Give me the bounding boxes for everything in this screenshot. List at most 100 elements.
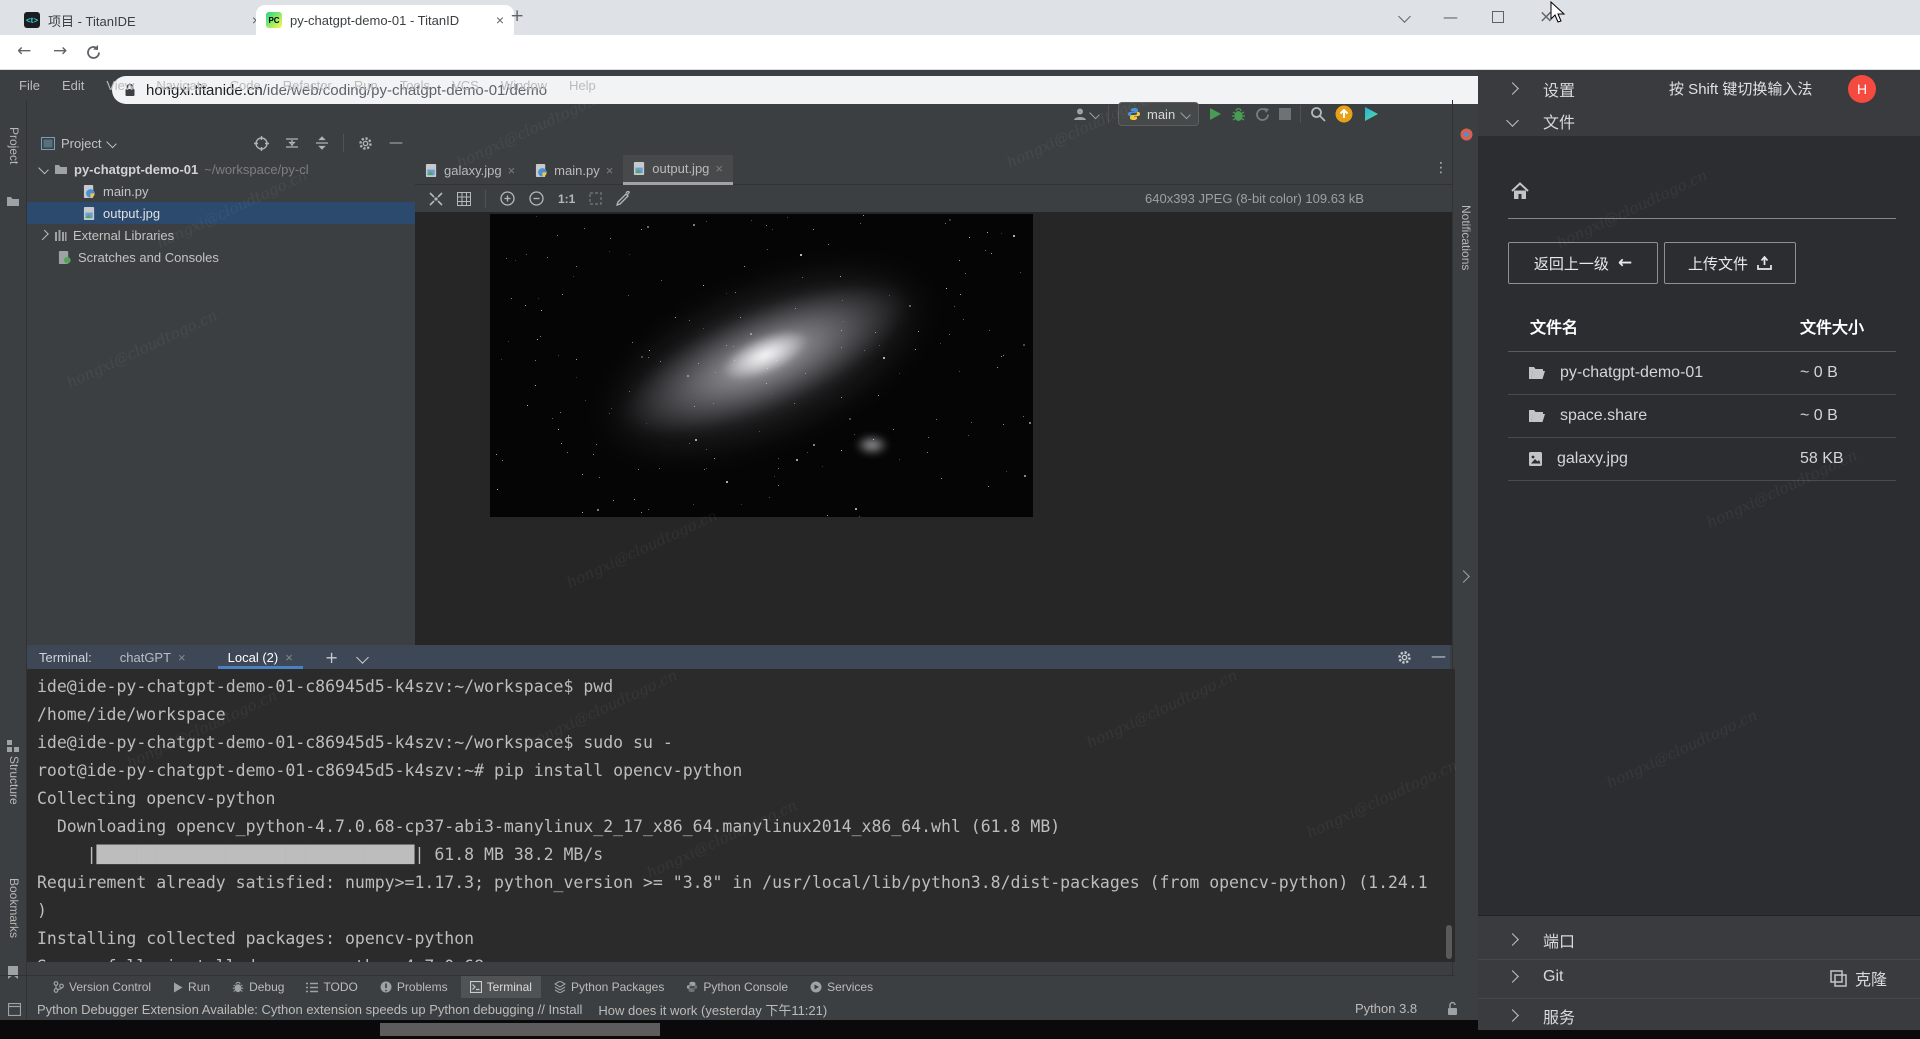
toolwindow-terminal[interactable]: Terminal — [461, 976, 541, 998]
collapse-all-icon[interactable] — [315, 136, 329, 150]
new-terminal-button[interactable]: + — [325, 648, 338, 667]
tab-close-icon[interactable]: × — [285, 650, 293, 665]
menu-edit[interactable]: Edit — [51, 78, 95, 93]
locate-file-icon[interactable] — [254, 136, 269, 151]
toolwindow-problems[interactable]: Problems — [371, 976, 457, 998]
ports-section-row[interactable]: 端口 — [1478, 923, 1920, 956]
hide-terminal-icon[interactable]: — — [1431, 647, 1446, 665]
tab-label: output.jpg — [652, 161, 709, 176]
terminal-settings-gear-icon[interactable] — [1397, 650, 1412, 665]
folder-icon[interactable] — [6, 195, 20, 207]
grid-icon[interactable] — [457, 192, 471, 206]
reload-button[interactable] — [85, 44, 102, 61]
terminal-tab-local[interactable]: Local (2)× — [218, 645, 303, 669]
toolwindow-run[interactable]: Run — [164, 976, 219, 998]
stop-button[interactable] — [1279, 108, 1291, 120]
toolwindow-debug[interactable]: Debug — [223, 976, 293, 998]
file-name: py-chatgpt-demo-01 — [1560, 364, 1703, 382]
eyedropper-icon[interactable] — [616, 191, 631, 206]
search-everywhere-icon[interactable] — [1310, 106, 1326, 122]
terminal-dropdown-chevron[interactable] — [356, 651, 369, 664]
menu-vcs[interactable]: VCS — [441, 78, 490, 93]
toolwindow-python-packages[interactable]: Python Packages — [545, 976, 673, 998]
menu-refactor[interactable]: Refactor — [272, 78, 343, 93]
editor-more-options-icon[interactable]: ⋮ — [1434, 160, 1448, 176]
titan-logo-icon[interactable] — [1362, 105, 1380, 123]
expand-right-panel-chevron[interactable] — [1457, 570, 1470, 583]
stripe-structure-button[interactable]: Structure — [7, 756, 21, 805]
menu-tools[interactable]: Tools — [389, 78, 441, 93]
hide-panel-icon[interactable]: — — [389, 135, 403, 151]
zoom-in-icon[interactable] — [500, 191, 515, 206]
tab-close-icon[interactable]: × — [496, 12, 504, 28]
tab-close-icon[interactable]: × — [508, 163, 516, 178]
menu-file[interactable]: File — [8, 78, 51, 93]
chevron-expanded-icon[interactable] — [38, 164, 49, 175]
unlocked-padlock-icon[interactable] — [1446, 1001, 1459, 1016]
run-with-coverage-button[interactable] — [1255, 107, 1270, 122]
browser-tab-project[interactable]: PC py-chatgpt-demo-01 - TitanID × — [256, 5, 514, 35]
back-button[interactable]: ← — [17, 41, 31, 61]
tab-close-icon[interactable]: × — [606, 163, 614, 178]
fit-zoom-icon[interactable] — [429, 192, 443, 206]
tree-row-scratches[interactable]: Scratches and Consoles — [27, 246, 415, 268]
file-row-space-share[interactable]: space.share ~ 0 B — [1508, 395, 1896, 438]
upload-file-button[interactable]: 上传文件 — [1664, 242, 1796, 284]
fit-window-icon[interactable] — [589, 192, 602, 205]
tree-row-project-root[interactable]: py-chatgpt-demo-01 ~/workspace/py-cl — [27, 158, 415, 180]
terminal-tab-chatgpt[interactable]: chatGPT× — [110, 645, 196, 669]
menu-view[interactable]: View — [95, 78, 145, 93]
tree-row-external-libraries[interactable]: External Libraries — [27, 224, 415, 246]
tab-search-chevron-icon[interactable] — [1398, 10, 1411, 23]
tab-close-icon[interactable]: × — [178, 650, 186, 665]
debug-button[interactable] — [1231, 107, 1246, 122]
status-secondary-link[interactable]: How does it work (yesterday 下午11:21) — [598, 1000, 827, 1019]
expand-all-icon[interactable] — [285, 136, 299, 150]
menu-code[interactable]: Code — [219, 78, 272, 93]
browser-toolbar: ← → hongxi.titanide.cn/ide/web/coding/py… — [0, 35, 1920, 70]
new-tab-button[interactable]: + — [510, 6, 524, 26]
toolwindow-python-console[interactable]: Python Console — [677, 976, 797, 998]
gear-icon[interactable] — [358, 136, 373, 151]
chevron-down-icon[interactable] — [107, 138, 118, 149]
stripe-project-button[interactable]: Project — [7, 127, 21, 164]
zoom-out-icon[interactable] — [529, 191, 544, 206]
column-header-size: 文件大小 — [1800, 314, 1864, 338]
back-parent-dir-button[interactable]: 返回上一级 ← — [1508, 242, 1658, 284]
menu-window[interactable]: Window — [490, 78, 558, 93]
menu-run[interactable]: Run — [343, 78, 389, 93]
actual-size-button[interactable]: 1:1 — [558, 192, 575, 206]
toolwindow-label: TODO — [323, 980, 357, 994]
forward-button[interactable]: → — [53, 41, 67, 61]
git-clone-button[interactable]: 克隆 — [1830, 966, 1887, 990]
structure-stripe-icon[interactable] — [7, 740, 19, 752]
project-panel-title[interactable]: Project — [61, 136, 101, 151]
python-interpreter-label[interactable]: Python 3.8 — [1355, 1001, 1417, 1016]
run-button[interactable] — [1208, 107, 1222, 121]
stripe-bookmarks-button[interactable]: Bookmarks — [7, 878, 21, 938]
stripe-notifications-button[interactable]: Notifications — [1459, 205, 1473, 270]
browser-tab-titanide[interactable]: <t> 项目 - TitanIDE × — [14, 5, 270, 35]
toolwindow-version-control[interactable]: Version Control — [44, 976, 160, 998]
window-maximize-button[interactable] — [1492, 11, 1504, 23]
terminal-scrollbar-thumb[interactable] — [1446, 925, 1452, 959]
file-row-project-dir[interactable]: py-chatgpt-demo-01 ~ 0 B — [1508, 352, 1896, 395]
window-minimize-button[interactable]: — — [1443, 8, 1458, 26]
tree-row-main-py[interactable]: main.py — [27, 180, 415, 202]
services-section-row[interactable]: 服务 — [1478, 999, 1920, 1032]
status-bar: Python Debugger Extension Available: Cyt… — [0, 998, 1463, 1020]
titanide-tab-icon: <t> — [24, 12, 40, 28]
notification-badge-icon[interactable] — [1460, 128, 1473, 141]
toolwindow-services[interactable]: Services — [801, 976, 882, 998]
menu-navigate[interactable]: Navigate — [145, 78, 218, 93]
ide-update-icon[interactable] — [1335, 105, 1353, 123]
editor-tab-main-py[interactable]: main.py× — [525, 155, 623, 185]
editor-tab-output-jpg[interactable]: output.jpg × — [623, 155, 733, 185]
chevron-collapsed-icon[interactable] — [38, 230, 49, 241]
image-file-icon — [425, 164, 438, 177]
user-avatar[interactable]: H — [1848, 75, 1876, 103]
files-section-row[interactable]: 文件 — [1478, 104, 1920, 137]
tab-close-icon[interactable]: × — [715, 161, 723, 176]
toolwindow-todo[interactable]: TODO — [297, 976, 366, 998]
home-icon[interactable] — [1510, 182, 1530, 200]
